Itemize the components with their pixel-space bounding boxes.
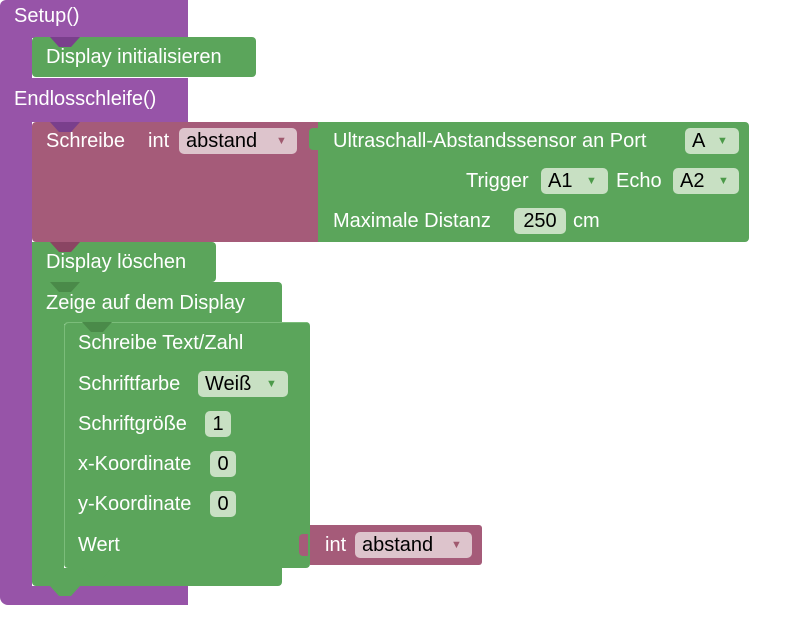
chevron-down-icon: ▼ <box>451 539 462 551</box>
font-size-label: Schriftgröße <box>78 413 187 435</box>
max-distance-label: Maximale Distanz <box>333 210 491 232</box>
variable-reporter-type: int <box>325 534 347 556</box>
x-coordinate-label: x-Koordinate <box>78 453 192 475</box>
assign-label: Schreibe <box>46 130 125 152</box>
trigger-value: A1 <box>548 170 573 192</box>
chevron-down-icon: ▼ <box>276 135 287 147</box>
chevron-down-icon: ▼ <box>266 378 277 390</box>
assign-variable-value: abstand <box>186 130 258 152</box>
display-init-label: Display initialisieren <box>46 46 222 68</box>
variable-reporter-connector <box>299 534 308 556</box>
y-coordinate-input[interactable]: 0 <box>210 491 236 517</box>
font-color-label: Schriftfarbe <box>78 373 181 395</box>
setup-label: Setup() <box>14 5 80 27</box>
echo-value: A2 <box>680 170 705 192</box>
setup-block-body-left <box>0 36 32 80</box>
trigger-dropdown[interactable]: A1 ▼ <box>541 168 608 194</box>
write-text-label: Schreibe Text/Zahl <box>78 332 244 354</box>
trigger-label: Trigger <box>466 170 529 192</box>
font-size-input[interactable]: 1 <box>205 411 231 437</box>
show-block-left-arm <box>32 322 64 570</box>
loop-label: Endlosschleife() <box>14 88 157 110</box>
sensor-label: Ultraschall-Abstandssensor an Port <box>333 130 647 152</box>
sensor-value-connector <box>309 128 318 150</box>
variable-reporter-value: abstand <box>362 534 434 556</box>
display-clear-label: Display löschen <box>46 251 187 273</box>
assign-variable-dropdown[interactable]: abstand ▼ <box>179 128 297 154</box>
y-coordinate-label: y-Koordinate <box>78 493 192 515</box>
unit-label: cm <box>573 210 600 232</box>
x-coordinate-input[interactable]: 0 <box>210 451 236 477</box>
show-label: Zeige auf dem Display <box>46 292 245 314</box>
font-color-value: Weiß <box>205 373 252 395</box>
chevron-down-icon: ▼ <box>586 175 597 187</box>
write-text-block[interactable] <box>64 322 310 568</box>
show-block-bottom <box>32 568 282 586</box>
assign-type: int <box>148 130 170 152</box>
sensor-port-value: A <box>692 130 706 152</box>
echo-dropdown[interactable]: A2 ▼ <box>673 168 739 194</box>
chevron-down-icon: ▼ <box>717 135 728 147</box>
variable-reporter-dropdown[interactable]: abstand ▼ <box>355 532 472 558</box>
loop-block-body-left <box>0 120 32 590</box>
sensor-port-dropdown[interactable]: A ▼ <box>685 128 739 154</box>
max-distance-input[interactable]: 250 <box>514 208 566 234</box>
font-color-dropdown[interactable]: Weiß ▼ <box>198 371 288 397</box>
loop-block-bottom <box>0 586 188 605</box>
chevron-down-icon: ▼ <box>718 175 729 187</box>
value-label: Wert <box>78 534 120 556</box>
echo-label: Echo <box>616 170 662 192</box>
